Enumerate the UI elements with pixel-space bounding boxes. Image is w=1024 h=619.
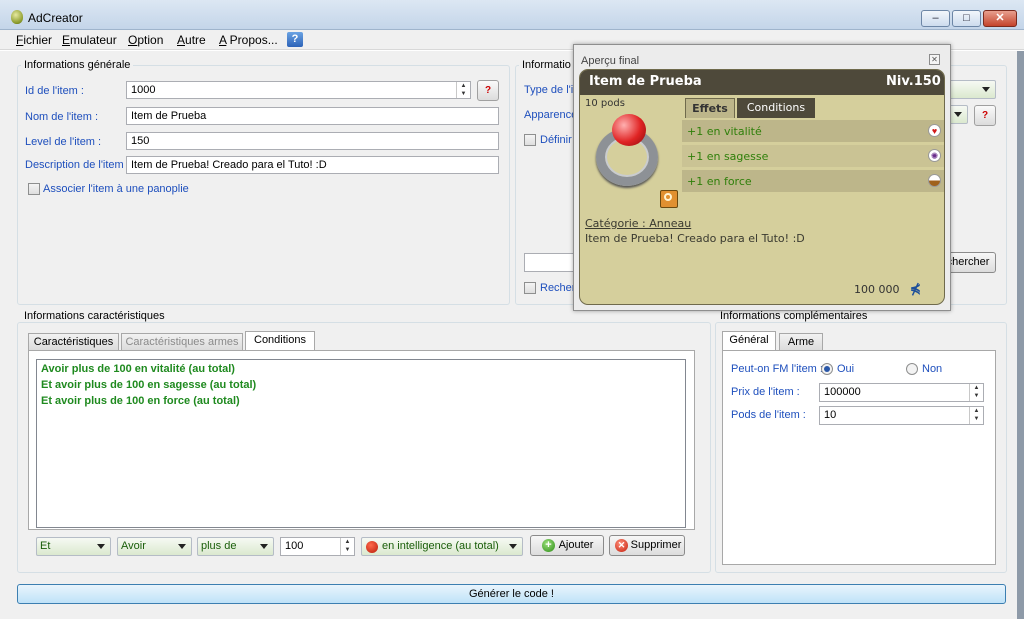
appearance-label: Apparence bbox=[524, 109, 578, 121]
amount-spinner[interactable]: ▲ ▼ bbox=[340, 538, 354, 555]
price-spinner[interactable]: ▲ ▼ bbox=[969, 384, 983, 401]
inspect-icon[interactable] bbox=[660, 190, 678, 208]
stat-value: en intelligence (au total) bbox=[382, 540, 499, 552]
name-input[interactable]: Item de Prueba bbox=[126, 107, 499, 125]
close-button[interactable]: ✕ bbox=[983, 10, 1017, 27]
intelligence-icon bbox=[366, 541, 378, 553]
tab-effets[interactable]: Effets bbox=[685, 98, 735, 118]
tab-arme[interactable]: Arme bbox=[779, 333, 823, 351]
tab-conditions[interactable]: Conditions bbox=[245, 331, 315, 351]
plus-icon: + bbox=[542, 539, 555, 552]
effect-row: +1 en vitalité ♥ bbox=[682, 120, 944, 142]
price-value: 100000 bbox=[824, 386, 861, 398]
condition-line: Avoir plus de 100 en vitalité (au total) bbox=[41, 363, 235, 375]
item-info-title: Informatio bbox=[519, 59, 574, 71]
menu-option[interactable]: Option bbox=[128, 33, 163, 47]
id-value: 1000 bbox=[131, 84, 156, 96]
item-pods: 10 pods bbox=[585, 98, 625, 109]
wisdom-icon: ✺ bbox=[928, 149, 941, 162]
amount-value: 100 bbox=[285, 540, 304, 552]
add-button[interactable]: + Ajouter bbox=[530, 535, 604, 556]
tab-preview-conditions[interactable]: Conditions bbox=[737, 98, 815, 118]
id-help-button[interactable]: ? bbox=[477, 80, 499, 101]
level-value: 150 bbox=[131, 135, 150, 147]
item-category: Catégorie : Anneau bbox=[585, 217, 692, 230]
panoply-label: Associer l'item à une panoplie bbox=[43, 183, 189, 195]
pods-input[interactable]: 10 bbox=[819, 406, 984, 425]
help-icon[interactable]: ? bbox=[287, 32, 303, 47]
id-input[interactable]: 1000 bbox=[126, 81, 471, 99]
id-spinner[interactable]: ▲ ▼ bbox=[456, 82, 470, 98]
preview-close-button[interactable]: ✕ bbox=[929, 54, 940, 65]
minimize-button[interactable]: – bbox=[921, 10, 950, 27]
search-checkbox[interactable] bbox=[524, 282, 536, 294]
item-level: Niv.150 bbox=[886, 74, 941, 89]
maximize-button[interactable]: □ bbox=[952, 10, 981, 27]
condition-line: Et avoir plus de 100 en sagesse (au tota… bbox=[41, 379, 257, 391]
effect-row: +1 en sagesse ✺ bbox=[682, 145, 944, 167]
generate-code-button[interactable]: Générer le code ! bbox=[17, 584, 1006, 604]
condition-line: Et avoir plus de 100 en force (au total) bbox=[41, 395, 240, 407]
search-input[interactable] bbox=[524, 253, 580, 272]
name-value: Item de Prueba bbox=[131, 110, 207, 122]
level-label: Level de l'item : bbox=[25, 136, 102, 148]
title-bar bbox=[0, 0, 1024, 30]
description-value: Item de Prueba! Creado para el Tuto! :D bbox=[131, 159, 327, 171]
tab-caracteristiques-armes[interactable]: Caractéristiques armes bbox=[121, 333, 243, 351]
define-checkbox[interactable] bbox=[524, 134, 536, 146]
fm-no-radio[interactable] bbox=[906, 363, 918, 375]
description-label: Description de l'item : bbox=[25, 159, 130, 171]
stat-combo[interactable]: en intelligence (au total) bbox=[361, 537, 523, 556]
fm-yes-radio[interactable] bbox=[821, 363, 833, 375]
price-label: Prix de l'item : bbox=[731, 386, 800, 398]
delete-icon: ✕ bbox=[615, 539, 628, 552]
menu-emulateur[interactable]: Emulateur bbox=[62, 33, 117, 47]
verb-combo[interactable]: Avoir bbox=[117, 537, 192, 556]
item-name: Item de Prueba bbox=[589, 74, 702, 89]
menu-a-propos[interactable]: A Propos... bbox=[219, 33, 278, 47]
price-input[interactable]: 100000 bbox=[819, 383, 984, 402]
pods-value: 10 bbox=[824, 409, 837, 421]
item-card: Item de Prueba Niv.150 10 pods Effets Co… bbox=[579, 69, 945, 305]
comparator-combo[interactable]: plus de bbox=[197, 537, 274, 556]
menu-autre[interactable]: Autre bbox=[177, 33, 206, 47]
tab-caracteristiques[interactable]: Caractéristiques bbox=[28, 333, 119, 351]
heart-icon: ♥ bbox=[928, 124, 941, 137]
id-label: Id de l'item : bbox=[25, 85, 84, 97]
description-input[interactable]: Item de Prueba! Creado para el Tuto! :D bbox=[126, 156, 499, 174]
item-description: Item de Prueba! Creado para el Tuto! :D bbox=[585, 232, 805, 245]
app-logo-icon bbox=[11, 10, 23, 24]
appearance-help-button[interactable]: ? bbox=[974, 105, 996, 126]
menu-fichier[interactable]: Fichier bbox=[16, 33, 52, 47]
pods-label: Pods de l'item : bbox=[731, 409, 806, 421]
characteristics-title: Informations caractéristiques bbox=[21, 310, 168, 322]
item-price: 100 000 bbox=[854, 283, 900, 296]
ring-gem bbox=[612, 114, 646, 146]
tab-general[interactable]: Général bbox=[722, 331, 776, 351]
define-label: Définir bbox=[540, 134, 572, 146]
window-edge bbox=[1017, 51, 1024, 619]
fm-no-label: Non bbox=[922, 363, 943, 375]
kamas-icon: ⋠ bbox=[910, 281, 921, 296]
fm-yes-label: Oui bbox=[837, 363, 855, 375]
effect-row: +1 en force bbox=[682, 170, 944, 192]
panoply-checkbox[interactable] bbox=[28, 183, 40, 195]
strength-icon bbox=[928, 174, 941, 187]
complementary-title: Informations complémentaires bbox=[717, 310, 871, 322]
level-input[interactable]: 150 bbox=[126, 132, 499, 150]
search-label: Recher bbox=[540, 282, 576, 294]
delete-button[interactable]: ✕ Supprimer bbox=[609, 535, 685, 556]
window-title: AdCreator bbox=[28, 11, 83, 25]
general-info-title: Informations générale bbox=[21, 59, 134, 71]
pods-spinner[interactable]: ▲ ▼ bbox=[969, 407, 983, 424]
operator-combo[interactable]: Et bbox=[36, 537, 111, 556]
fm-label: Peut-on FM l'item : bbox=[731, 363, 823, 375]
name-label: Nom de l'item : bbox=[25, 111, 99, 123]
preview-title: Aperçu final bbox=[581, 55, 640, 67]
